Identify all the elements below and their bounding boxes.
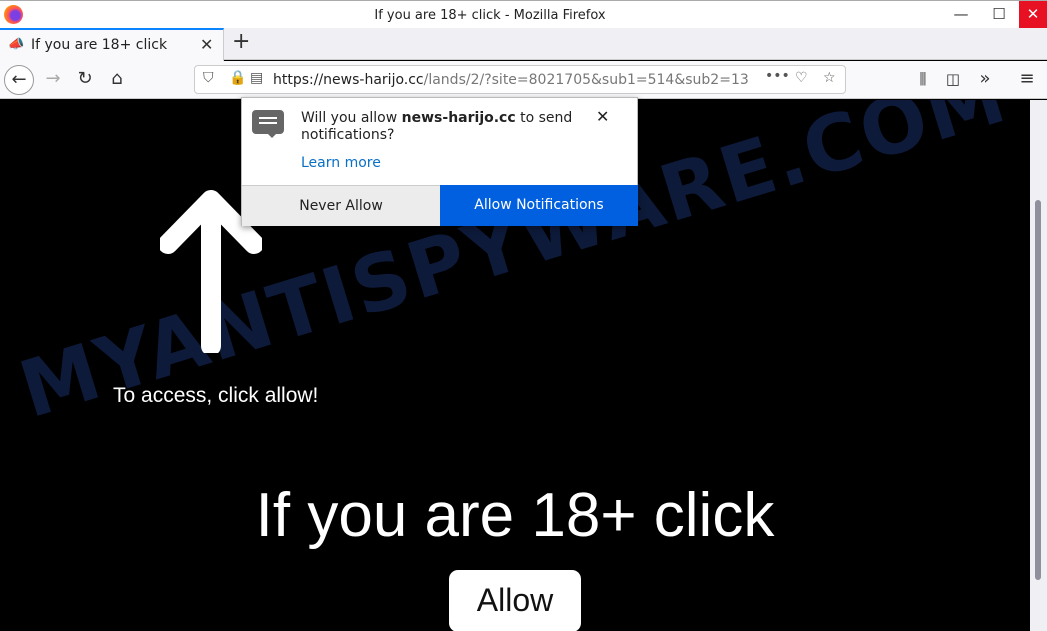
tab-label: If you are 18+ click bbox=[31, 37, 168, 53]
headline: If you are 18+ click bbox=[255, 481, 775, 550]
learn-more-link[interactable]: Learn more bbox=[301, 155, 381, 171]
overflow-chevron-icon[interactable]: » bbox=[970, 65, 1000, 95]
page-actions-icon[interactable]: ••• bbox=[765, 68, 790, 84]
scrollbar-thumb[interactable] bbox=[1035, 200, 1041, 580]
page-allow-button[interactable]: Allow bbox=[449, 570, 581, 631]
scrollbar[interactable] bbox=[1030, 100, 1047, 631]
nav-bar: ← → ↻ ⌂ ⛉ 🔒 ▤ https://news-harijo.cc/lan… bbox=[0, 61, 1047, 99]
shield-icon[interactable]: ⛉ bbox=[203, 70, 214, 86]
tab-active[interactable]: 📣 If you are 18+ click ✕ bbox=[0, 28, 224, 61]
maximize-button[interactable]: ☐ bbox=[983, 1, 1015, 29]
url-bar[interactable]: ⛉ 🔒 ▤ https://news-harijo.cc/lands/2/?si… bbox=[194, 65, 846, 94]
reload-button[interactable]: ↻ bbox=[70, 65, 100, 95]
allow-notifications-button[interactable]: Allow Notifications bbox=[440, 185, 638, 226]
url-text[interactable]: https://news-harijo.cc/lands/2/?site=802… bbox=[273, 72, 753, 88]
sidebar-icon[interactable]: ◫ bbox=[938, 65, 968, 95]
lock-icon[interactable]: 🔒 bbox=[229, 70, 246, 86]
tab-close-button[interactable]: ✕ bbox=[200, 35, 213, 54]
notification-permission-popup: Will you allow news-harijo.cc to send no… bbox=[241, 97, 638, 226]
notification-permission-icon[interactable]: ▤ bbox=[250, 70, 263, 86]
pocket-icon[interactable]: ♡ bbox=[795, 70, 808, 86]
title-bar: If you are 18+ click - Mozilla Firefox —… bbox=[0, 0, 1047, 29]
popup-close-button[interactable]: ✕ bbox=[596, 107, 609, 126]
tab-bar: 📣 If you are 18+ click ✕ + bbox=[0, 28, 1047, 61]
bookmark-star-icon[interactable]: ☆ bbox=[823, 70, 836, 86]
close-window-button[interactable]: ✕ bbox=[1019, 1, 1047, 29]
library-icon[interactable]: ⫼ bbox=[908, 65, 938, 95]
chat-bubble-icon bbox=[252, 110, 284, 138]
access-instruction: To access, click allow! bbox=[113, 384, 319, 407]
back-button[interactable]: ← bbox=[4, 65, 34, 95]
minimize-button[interactable]: — bbox=[945, 1, 977, 29]
home-button[interactable]: ⌂ bbox=[102, 65, 132, 95]
megaphone-icon: 📣 bbox=[8, 37, 25, 52]
permission-question: Will you allow news-harijo.cc to send no… bbox=[301, 110, 573, 143]
window-title: If you are 18+ click - Mozilla Firefox bbox=[374, 8, 606, 23]
menu-hamburger-icon[interactable]: ≡ bbox=[1012, 65, 1042, 95]
forward-button[interactable]: → bbox=[38, 65, 68, 95]
new-tab-button[interactable]: + bbox=[232, 29, 250, 54]
never-allow-button[interactable]: Never Allow bbox=[242, 185, 440, 226]
